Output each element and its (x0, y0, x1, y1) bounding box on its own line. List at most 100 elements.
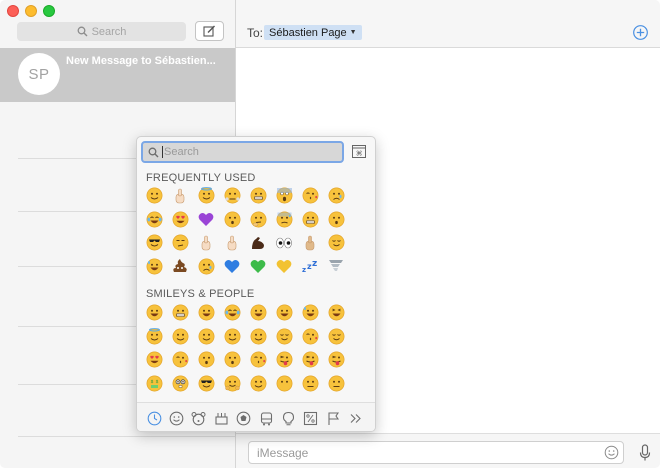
emoji-smiling-face-with-open-mouth[interactable] (245, 301, 271, 325)
emoji-face-with-steam[interactable] (219, 184, 245, 208)
emoji-smiling-face-with-smiling-eyes[interactable] (193, 325, 219, 349)
message-input[interactable]: iMessage (248, 441, 624, 464)
emoji-face-with-tears-of-joy[interactable] (141, 208, 167, 232)
emoji-pile-of-poo[interactable] (167, 255, 193, 279)
recipient-bar: To: Sébastien Page ▼ (236, 0, 660, 48)
emoji-anxious-face[interactable] (271, 208, 297, 232)
activity-icon (236, 411, 251, 425)
emoji-kissing-face-with-smiling-eyes[interactable] (219, 348, 245, 372)
emoji-grimacing-face[interactable] (245, 184, 271, 208)
character-viewer-icon[interactable]: ⌘ (352, 144, 366, 158)
minimize-window-button[interactable] (25, 5, 37, 17)
sidebar-search-field[interactable]: Search (17, 22, 186, 41)
recipient-token[interactable]: Sébastien Page ▼ (264, 25, 362, 40)
emoji-grinning-face-with-smiling-eyes[interactable] (193, 301, 219, 325)
emoji-face-throwing-kiss-2[interactable] (167, 348, 193, 372)
emoji-slightly-smiling-face[interactable] (219, 325, 245, 349)
category-tab-more[interactable] (345, 407, 367, 429)
emoji-yellow-heart[interactable] (271, 255, 297, 279)
emoji-thumbs-down[interactable] (297, 231, 323, 255)
emoji-face-with-tongue-wink[interactable] (271, 348, 297, 372)
emoji-grid-smileys-people: $ $ (141, 301, 349, 395)
emoji-hushed-face-2[interactable] (323, 208, 349, 232)
emoji-smirking-face[interactable] (141, 184, 167, 208)
category-tab-objects[interactable] (277, 407, 299, 429)
conversation-title: New Message to Sébastien... (66, 55, 216, 67)
emoji-smiling-face-with-halo[interactable] (193, 184, 219, 208)
section-title-smileys-people: SMILEYS & PEOPLE (146, 288, 255, 300)
emoji-face-with-tongue-closed-eyes[interactable] (297, 348, 323, 372)
emoji-kissing-face-with-closed-eyes[interactable] (245, 348, 271, 372)
emoji-smiling-face-with-sunglasses[interactable] (141, 231, 167, 255)
emoji-laughing-face[interactable] (323, 301, 349, 325)
emoji-heart-eyes-2[interactable] (141, 348, 167, 372)
emoji-nerd-face[interactable] (167, 372, 193, 396)
emoji-sweat-smile[interactable] (141, 255, 167, 279)
emoji-smiling-face-with-open-mouth-2[interactable] (271, 301, 297, 325)
flags-icon (328, 411, 339, 425)
microphone-icon[interactable] (638, 444, 652, 462)
emoji-face-without-mouth[interactable] (271, 372, 297, 396)
compose-button[interactable] (195, 21, 224, 41)
emoji-scroll-area[interactable]: FREQUENTLY USED zzz SMILEYS & PEOPLE $ $ (137, 169, 375, 401)
emoji-expressionless-face[interactable] (323, 372, 349, 396)
emoji-thumbs-up-light[interactable] (167, 184, 193, 208)
category-tab-flags[interactable] (322, 407, 344, 429)
emoji-hugging-face[interactable] (219, 372, 245, 396)
emoji-loudly-crying-face[interactable] (193, 255, 219, 279)
category-tab-animals[interactable] (188, 407, 210, 429)
emoji-face-with-stuck-out-tongue[interactable] (323, 348, 349, 372)
emoji-unamused-face[interactable] (167, 231, 193, 255)
category-tab-smileys[interactable] (165, 407, 187, 429)
emoji-winking-face[interactable] (167, 325, 193, 349)
emoji-face-savouring-food[interactable] (297, 325, 323, 349)
emoji-face-with-tears-of-joy-2[interactable] (219, 301, 245, 325)
category-tab-food[interactable] (210, 407, 232, 429)
category-tab-activity[interactable] (233, 407, 255, 429)
emoji-search-field[interactable]: Search (141, 141, 344, 163)
emoji-relieved-face[interactable] (323, 231, 349, 255)
emoji-crying-face[interactable] (323, 184, 349, 208)
emoji-blue-heart[interactable] (219, 255, 245, 279)
emoji-smirking-face-2[interactable] (245, 372, 271, 396)
add-recipient-icon[interactable] (632, 24, 649, 41)
chevron-down-icon: ▼ (349, 29, 357, 36)
category-tab-travel[interactable] (255, 407, 277, 429)
emoji-grinning-face[interactable] (141, 301, 167, 325)
emoji-search-placeholder: Search (164, 146, 199, 158)
emoji-relieved-face-2[interactable] (323, 325, 349, 349)
list-divider (18, 436, 235, 437)
emoji-neutral-face[interactable] (297, 372, 323, 396)
emoji-picker-icon[interactable] (604, 445, 619, 460)
emoji-smiling-face-with-halo-2[interactable] (141, 325, 167, 349)
emoji-sleeping-symbol[interactable]: zzz (297, 255, 323, 279)
emoji-pointing-up[interactable] (219, 231, 245, 255)
sidebar-search-placeholder: Search (91, 25, 127, 38)
emoji-sign-of-horns[interactable] (193, 231, 219, 255)
emoji-smiling-face-with-sunglasses-2[interactable] (193, 372, 219, 396)
zoom-window-button[interactable] (43, 5, 55, 17)
category-tab-recent[interactable] (143, 407, 165, 429)
emoji-sweat-smile-2[interactable] (297, 301, 323, 325)
close-window-button[interactable] (7, 5, 19, 17)
recent-icon (147, 411, 162, 425)
emoji-purple-heart[interactable] (193, 208, 219, 232)
emoji-relaxed-face[interactable] (271, 325, 297, 349)
category-tab-symbols[interactable] (300, 407, 322, 429)
emoji-flexed-biceps[interactable] (245, 231, 271, 255)
emoji-eyes[interactable] (271, 231, 297, 255)
emoji-tornado[interactable] (323, 255, 349, 279)
emoji-upside-down-face[interactable] (245, 325, 271, 349)
emoji-face-throwing-kiss[interactable] (297, 184, 323, 208)
emoji-category-bar (137, 402, 375, 431)
emoji-grimacing-face-2[interactable] (297, 208, 323, 232)
emoji-money-mouth-face[interactable]: $ $ (141, 372, 167, 396)
emoji-grimacing-face-3[interactable] (167, 301, 193, 325)
emoji-thinking-face[interactable] (245, 208, 271, 232)
conversation-item-selected[interactable]: SP New Message to Sébastien... (0, 48, 235, 102)
emoji-hushed-face[interactable] (219, 208, 245, 232)
emoji-kissing-face[interactable] (193, 348, 219, 372)
emoji-green-heart[interactable] (245, 255, 271, 279)
emoji-heart-eyes[interactable] (167, 208, 193, 232)
emoji-face-screaming-in-fear[interactable] (271, 184, 297, 208)
